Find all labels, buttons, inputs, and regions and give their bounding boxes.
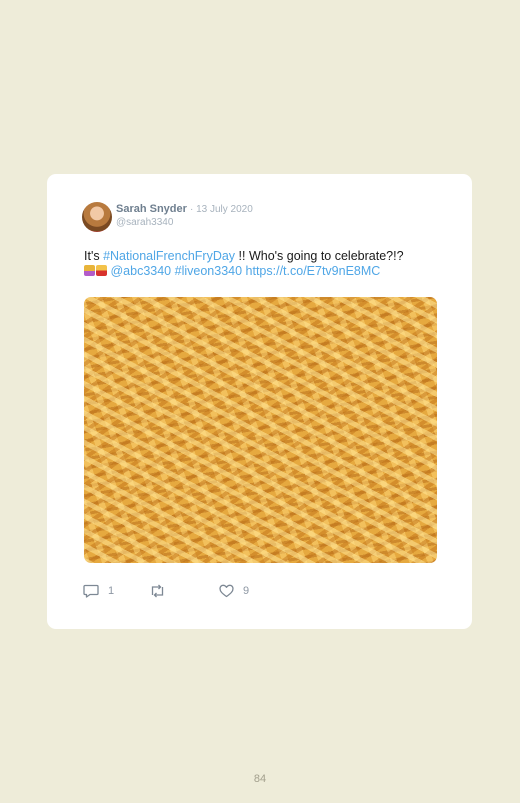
fries-emoji bbox=[84, 265, 95, 276]
heart-icon[interactable] bbox=[219, 584, 234, 598]
mention-link[interactable]: @abc3340 bbox=[110, 264, 171, 278]
reply-count: 1 bbox=[108, 585, 115, 597]
author-name[interactable]: Sarah Snyder bbox=[116, 203, 187, 215]
reply-icon[interactable] bbox=[83, 584, 99, 598]
page-number: 84 bbox=[253, 773, 267, 785]
author-line: Sarah Snyder · 13 July 2020 bbox=[116, 203, 253, 215]
fries-emoji bbox=[96, 265, 107, 276]
tweet-text-prefix: It's bbox=[84, 249, 104, 263]
like-action[interactable]: 9 bbox=[219, 584, 249, 598]
author-handle[interactable]: @sarah3340 bbox=[116, 217, 173, 228]
like-count: 9 bbox=[243, 585, 250, 597]
hashtag-link[interactable]: #liveon3340 bbox=[175, 264, 242, 278]
avatar[interactable] bbox=[82, 202, 112, 232]
hashtag-link[interactable]: #NationalFrenchFryDay bbox=[103, 249, 235, 263]
tweet-actions: 1 9 bbox=[83, 584, 283, 600]
tweet-image[interactable] bbox=[84, 297, 437, 563]
reply-action[interactable]: 1 bbox=[83, 584, 114, 598]
url-link[interactable]: https://t.co/E7tv9nE8MC bbox=[246, 264, 381, 278]
tweet-text-mid: !! Who's going to celebrate?!? bbox=[235, 249, 404, 263]
retweet-icon[interactable] bbox=[149, 584, 166, 598]
tweet-date[interactable]: · 13 July 2020 bbox=[190, 204, 253, 215]
tweet-card: Sarah Snyder · 13 July 2020 @sarah3340 I… bbox=[47, 174, 472, 629]
retweet-action[interactable] bbox=[149, 584, 175, 598]
tweet-text: It's #NationalFrenchFryDay !! Who's goin… bbox=[84, 249, 444, 279]
